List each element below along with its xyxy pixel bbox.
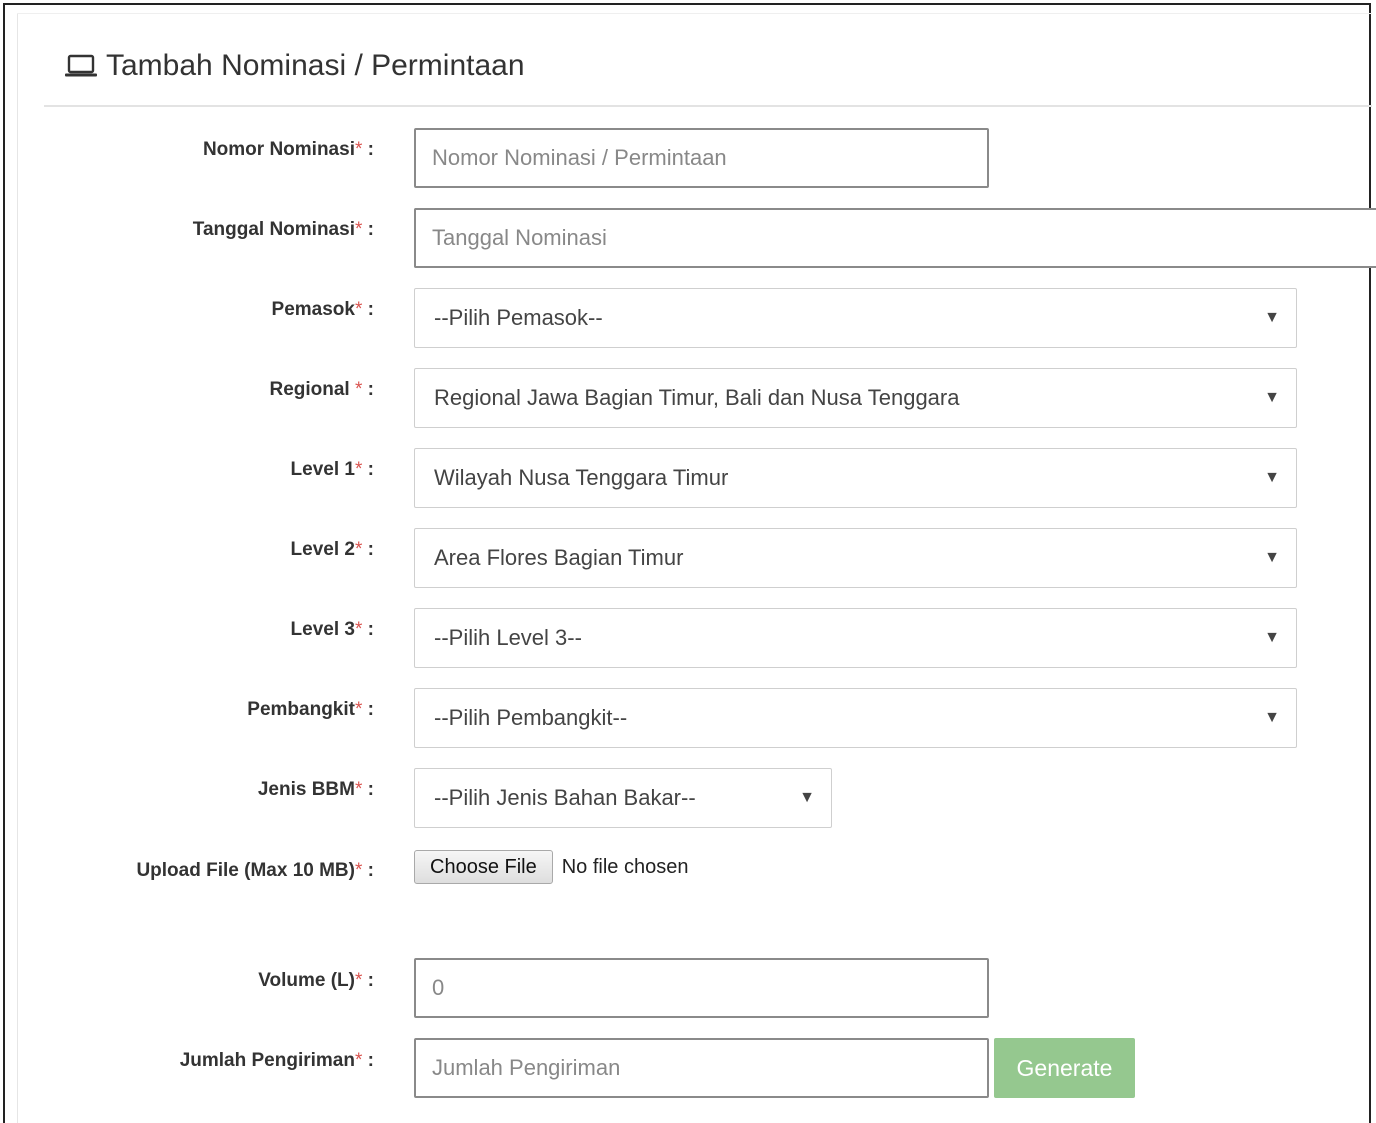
level1-label: Level 1* : (290, 459, 374, 480)
tanggal-nominasi-input[interactable] (432, 225, 1376, 251)
level3-label: Level 3* : (290, 619, 374, 640)
regional-selected-value: Regional Jawa Bagian Timur, Bali dan Nus… (434, 385, 960, 410)
level2-select[interactable]: Area Flores Bagian Timur ▼ (414, 528, 1297, 588)
tanggal-nominasi-field[interactable] (414, 208, 1376, 268)
caret-down-icon: ▼ (1264, 709, 1280, 726)
level1-select[interactable]: Wilayah Nusa Tenggara Timur ▼ (414, 448, 1297, 508)
level3-selected-value: --Pilih Level 3-- (434, 625, 582, 650)
page-title: Tambah Nominasi / Permintaan (64, 46, 525, 86)
volume-input[interactable] (432, 975, 987, 1001)
pemasok-label: Pemasok* : (271, 299, 374, 320)
caret-down-icon: ▼ (1264, 549, 1280, 566)
level1-selected-value: Wilayah Nusa Tenggara Timur (434, 465, 729, 490)
level3-select[interactable]: --Pilih Level 3-- ▼ (414, 608, 1297, 668)
nomor-nominasi-field[interactable] (414, 128, 989, 188)
file-status-text: No file chosen (561, 855, 689, 878)
pemasok-select[interactable]: --Pilih Pemasok-- ▼ (414, 288, 1297, 348)
jenis-bbm-label: Jenis BBM* : (257, 779, 374, 800)
nomor-nominasi-label: Nomor Nominasi* : (202, 139, 374, 160)
choose-file-button[interactable]: Choose File (414, 850, 553, 884)
jenis-bbm-selected-value: --Pilih Jenis Bahan Bakar-- (434, 785, 696, 810)
generate-button[interactable]: Generate (994, 1038, 1135, 1098)
volume-label: Volume (L)* : (258, 970, 374, 991)
pemasok-selected-value: --Pilih Pemasok-- (434, 305, 603, 330)
caret-down-icon: ▼ (1264, 389, 1280, 406)
pembangkit-label: Pembangkit* : (247, 699, 374, 720)
heading-divider (44, 105, 1372, 107)
regional-select[interactable]: Regional Jawa Bagian Timur, Bali dan Nus… (414, 368, 1297, 428)
caret-down-icon: ▼ (1264, 629, 1280, 646)
level2-label: Level 2* : (290, 539, 374, 560)
caret-down-icon: ▼ (1264, 309, 1280, 326)
panel-top-edge (17, 13, 1372, 14)
jumlah-pengiriman-label: Jumlah Pengiriman* : (179, 1050, 374, 1071)
upload-file-label: Upload File (Max 10 MB)* : (136, 860, 374, 881)
page-title-text: Tambah Nominasi / Permintaan (106, 49, 525, 82)
caret-down-icon: ▼ (1264, 469, 1280, 486)
pembangkit-selected-value: --Pilih Pembangkit-- (434, 705, 628, 730)
file-upload-control[interactable]: Choose File No file chosen (414, 849, 688, 885)
tanggal-nominasi-label: Tanggal Nominasi* : (192, 219, 374, 240)
jumlah-pengiriman-field[interactable] (414, 1038, 989, 1098)
laptop-icon (64, 53, 98, 79)
panel-left-edge (17, 13, 18, 1123)
volume-field[interactable] (414, 958, 989, 1018)
level2-selected-value: Area Flores Bagian Timur (434, 545, 684, 570)
jenis-bbm-select[interactable]: --Pilih Jenis Bahan Bakar-- ▼ (414, 768, 832, 828)
jumlah-pengiriman-input[interactable] (432, 1055, 987, 1081)
nomor-nominasi-input[interactable] (432, 145, 987, 171)
pembangkit-select[interactable]: --Pilih Pembangkit-- ▼ (414, 688, 1297, 748)
regional-label: Regional * : (269, 379, 374, 400)
caret-down-icon: ▼ (799, 789, 815, 806)
